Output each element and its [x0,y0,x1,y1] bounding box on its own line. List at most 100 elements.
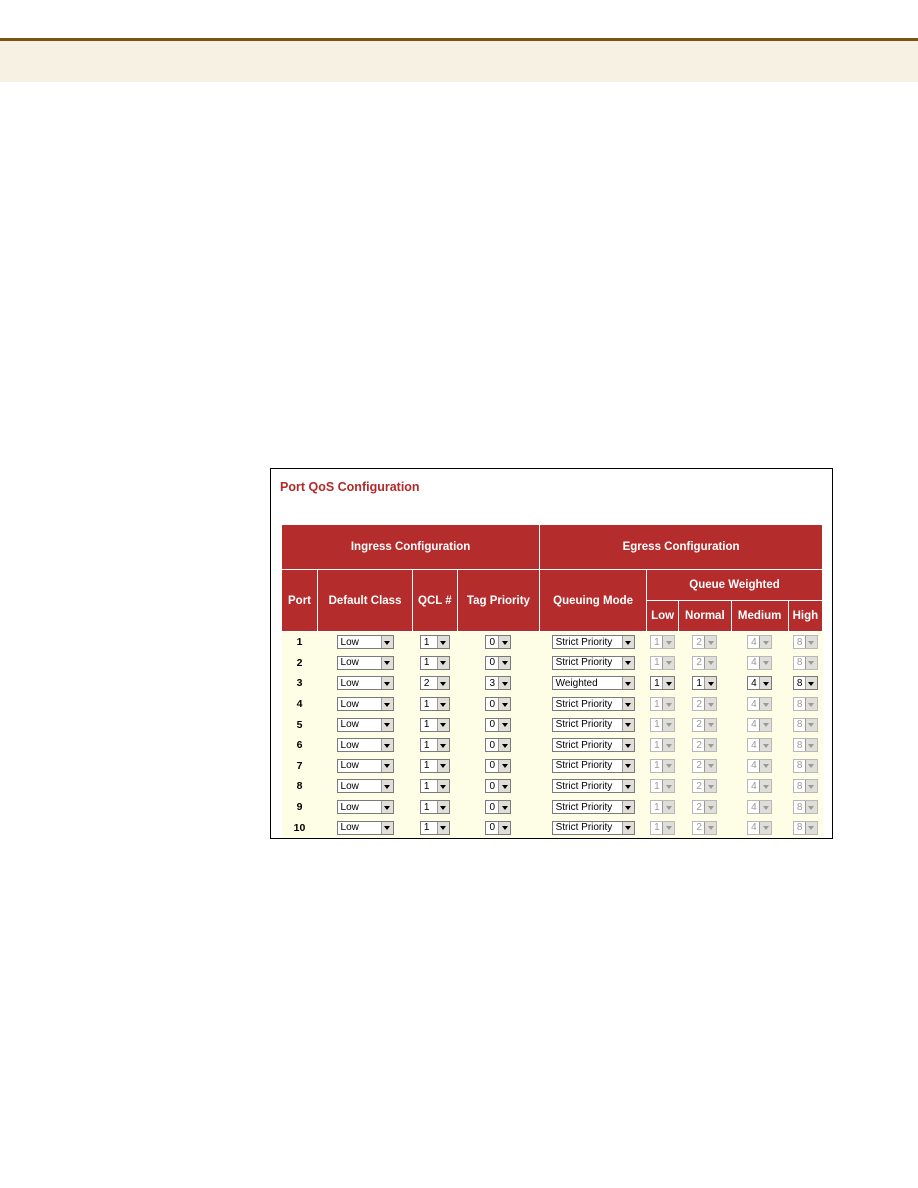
dropdown-arrow-icon[interactable] [621,821,634,834]
dropdown-arrow-icon[interactable] [436,739,449,752]
queuing-mode-select[interactable]: Strict Priority [551,800,635,815]
queuing-mode-select[interactable]: Strict Priority [551,820,635,835]
dropdown-arrow-icon[interactable] [436,677,449,690]
default-class-select[interactable]: Low [336,758,394,773]
qcl-select[interactable]: 1 [419,635,450,650]
default-class-select[interactable]: Low [336,800,394,815]
dropdown-arrow-icon[interactable] [436,636,449,649]
default-class-select-value: Low [340,698,359,710]
qcl-select[interactable]: 1 [419,697,450,712]
dropdown-arrow-icon[interactable] [436,698,449,711]
qcl-select[interactable]: 1 [419,800,450,815]
tag-priority-select[interactable]: 0 [485,820,512,835]
dropdown-arrow-icon[interactable] [436,801,449,814]
dropdown-arrow-icon[interactable] [498,718,511,731]
medium-weight-cell: 4 [731,755,789,777]
dropdown-arrow-icon[interactable] [380,677,393,690]
dropdown-arrow-icon[interactable] [498,780,511,793]
dropdown-arrow-icon[interactable] [380,698,393,711]
dropdown-arrow-icon[interactable] [436,759,449,772]
normal-weight-select[interactable]: 1 [692,676,718,691]
tag-priority-select[interactable]: 0 [485,635,512,650]
default-class-select-value: Low [340,677,359,689]
queuing-mode-select[interactable]: Strict Priority [551,717,635,732]
qcl-select[interactable]: 1 [419,758,450,773]
dropdown-arrow-icon[interactable] [804,677,817,690]
port-number: 8 [281,776,318,797]
queuing-mode-select[interactable]: Strict Priority [551,655,635,670]
dropdown-arrow-icon[interactable] [380,780,393,793]
dropdown-arrow-icon[interactable] [436,656,449,669]
dropdown-arrow-icon[interactable] [759,677,772,690]
default-class-select[interactable]: Low [336,676,394,691]
high-weight-select-value: 8 [796,698,803,710]
dropdown-arrow-icon[interactable] [621,718,634,731]
dropdown-arrow-icon[interactable] [380,636,393,649]
qcl-select[interactable]: 1 [419,717,450,732]
dropdown-arrow-icon[interactable] [436,780,449,793]
tag-priority-select-value: 0 [489,822,495,834]
dropdown-arrow-icon [759,780,772,793]
dropdown-arrow-icon[interactable] [380,759,393,772]
qcl-select[interactable]: 1 [419,655,450,670]
tag-priority-select[interactable]: 0 [485,738,512,753]
default-class-select[interactable]: Low [336,717,394,732]
qcl-select[interactable]: 1 [419,738,450,753]
high-weight-select[interactable]: 8 [792,676,818,691]
tag-priority-select[interactable]: 3 [485,676,512,691]
dropdown-arrow-icon[interactable] [380,821,393,834]
dropdown-arrow-icon[interactable] [498,801,511,814]
default-class-select[interactable]: Low [336,635,394,650]
dropdown-arrow-icon[interactable] [498,739,511,752]
queuing-mode-select[interactable]: Weighted [551,676,635,691]
qcl-select[interactable]: 2 [419,676,450,691]
dropdown-arrow-icon[interactable] [498,677,511,690]
dropdown-arrow-icon[interactable] [621,698,634,711]
dropdown-arrow-icon[interactable] [380,801,393,814]
tag-priority-select[interactable]: 0 [485,697,512,712]
medium-weight-select: 4 [747,820,773,835]
dropdown-arrow-icon [804,718,817,731]
default-class-select[interactable]: Low [336,697,394,712]
dropdown-arrow-icon[interactable] [498,698,511,711]
tag-priority-select[interactable]: 0 [485,655,512,670]
qcl-select[interactable]: 1 [419,820,450,835]
dropdown-arrow-icon[interactable] [621,780,634,793]
tag-priority-select[interactable]: 0 [485,758,512,773]
queuing-mode-select[interactable]: Strict Priority [551,779,635,794]
tag-priority-cell: 0 [457,631,540,653]
dropdown-arrow-icon[interactable] [621,677,634,690]
dropdown-arrow-icon[interactable] [436,718,449,731]
queuing-mode-select[interactable]: Strict Priority [551,738,635,753]
medium-weight-select[interactable]: 4 [747,676,773,691]
dropdown-arrow-icon[interactable] [436,821,449,834]
dropdown-arrow-icon[interactable] [621,656,634,669]
default-class-select[interactable]: Low [336,820,394,835]
qcl-select[interactable]: 1 [419,779,450,794]
tag-priority-select[interactable]: 0 [485,779,512,794]
dropdown-arrow-icon[interactable] [380,718,393,731]
high-weight-select-value: 8 [796,636,803,648]
dropdown-arrow-icon[interactable] [662,677,675,690]
queuing-mode-select[interactable]: Strict Priority [551,697,635,712]
dropdown-arrow-icon[interactable] [380,739,393,752]
queuing-mode-select[interactable]: Strict Priority [551,758,635,773]
dropdown-arrow-icon[interactable] [621,759,634,772]
queuing-mode-select[interactable]: Strict Priority [551,635,635,650]
dropdown-arrow-icon[interactable] [621,801,634,814]
low-weight-select[interactable]: 1 [650,676,676,691]
dropdown-arrow-icon[interactable] [498,821,511,834]
default-class-select[interactable]: Low [336,655,394,670]
dropdown-arrow-icon[interactable] [498,656,511,669]
dropdown-arrow-icon[interactable] [498,759,511,772]
high-weight-cell: 8 [788,652,823,674]
tag-priority-select[interactable]: 0 [485,717,512,732]
dropdown-arrow-icon[interactable] [704,677,717,690]
dropdown-arrow-icon[interactable] [621,739,634,752]
dropdown-arrow-icon[interactable] [380,656,393,669]
tag-priority-select[interactable]: 0 [485,800,512,815]
dropdown-arrow-icon[interactable] [498,636,511,649]
dropdown-arrow-icon[interactable] [621,636,634,649]
default-class-select[interactable]: Low [336,779,394,794]
default-class-select[interactable]: Low [336,738,394,753]
